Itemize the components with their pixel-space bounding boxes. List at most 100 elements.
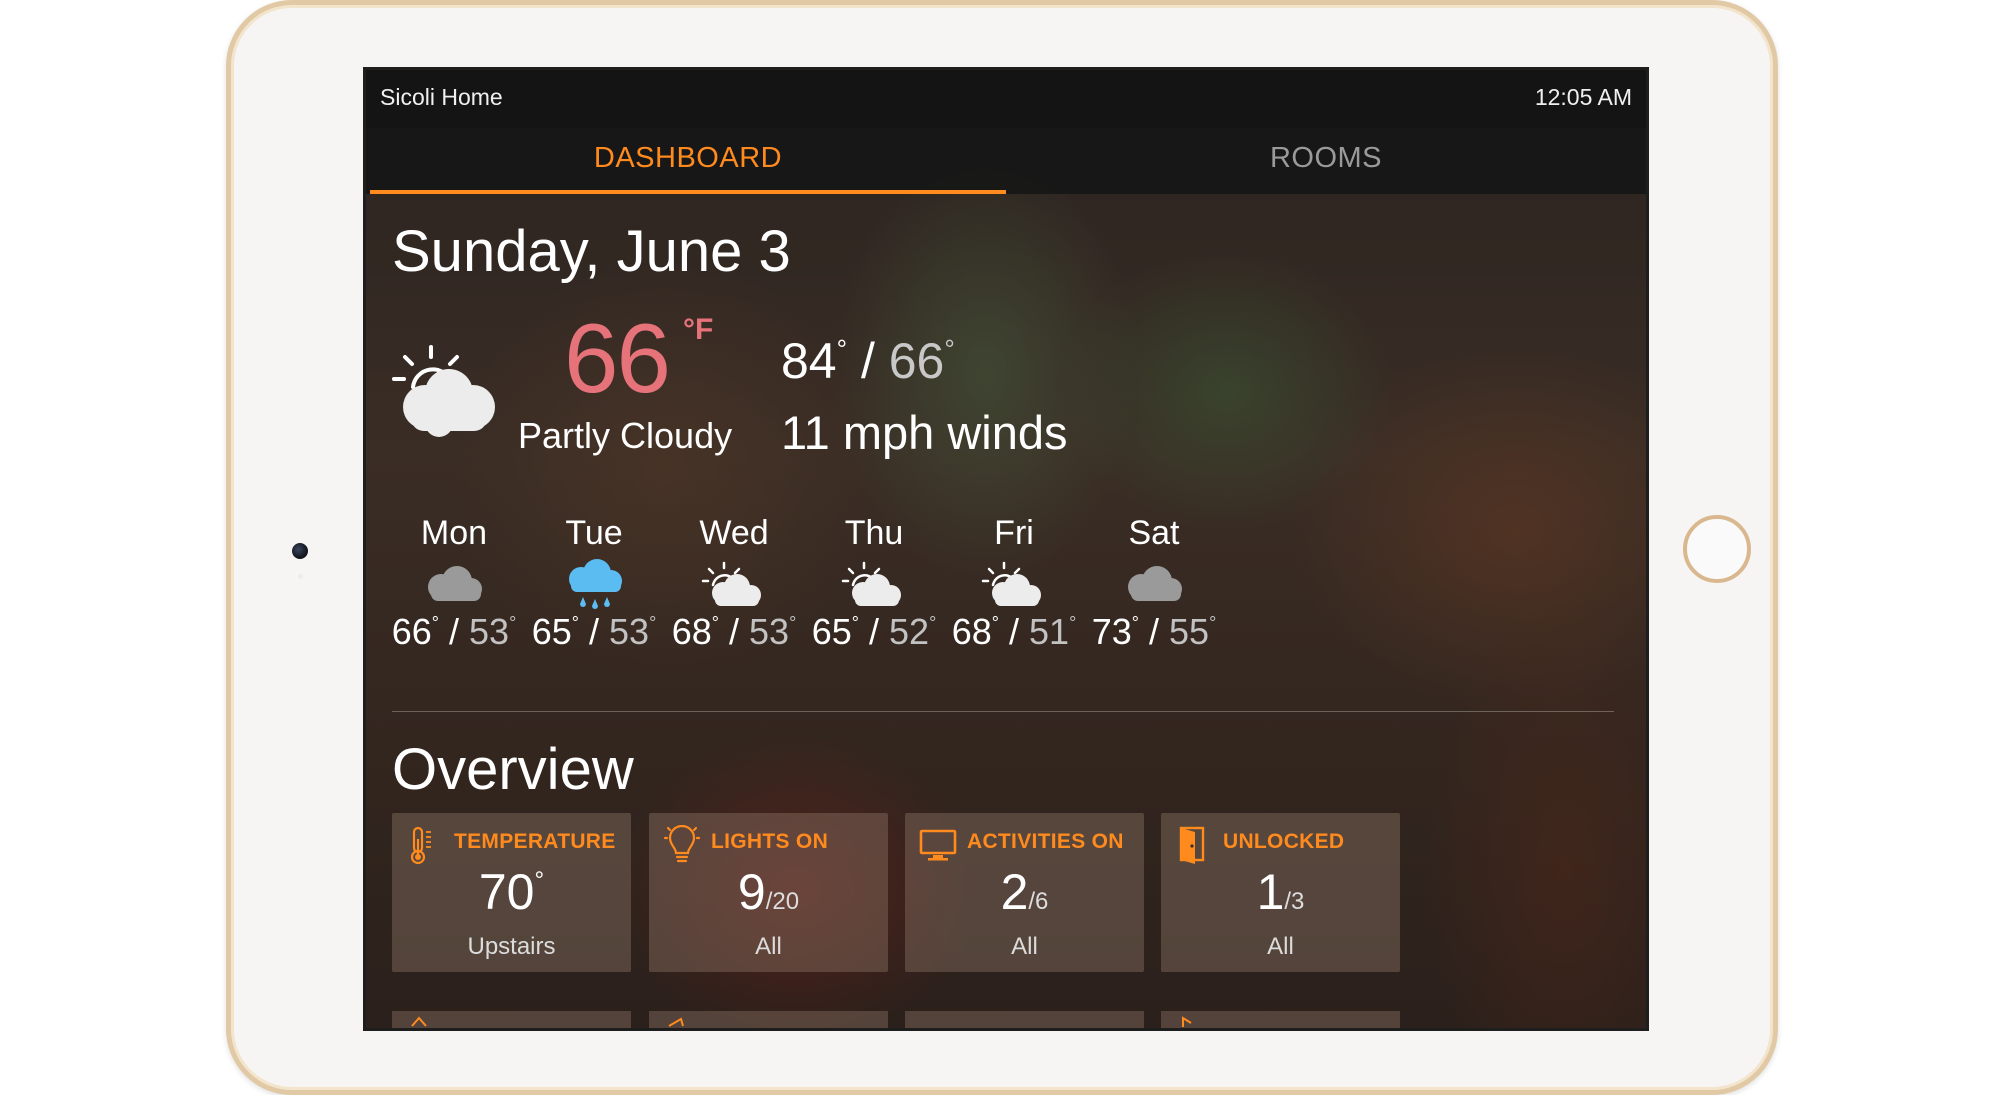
degree-symbol: ° — [509, 613, 517, 633]
card-total: /3 — [1284, 888, 1305, 915]
separator: / — [1008, 611, 1019, 652]
home-icon — [411, 1016, 427, 1027]
current-condition: Partly Cloudy — [518, 415, 733, 456]
forecast-day: Mon 66° / 53° — [384, 514, 524, 653]
wind-speed: 11 mph winds — [781, 406, 1068, 459]
degree-symbol: ° — [851, 613, 859, 633]
door-icon — [1179, 826, 1205, 864]
card-value: 9 — [737, 864, 766, 920]
card-label: ACTIVITIES ON — [967, 830, 1124, 853]
card-partial[interactable] — [1161, 1011, 1400, 1028]
cloudy-icon — [1128, 566, 1182, 601]
forecast-day: Wed 68° / 53° — [664, 514, 804, 653]
forecast-day-name: Mon — [420, 514, 488, 552]
forecast: Mon 66° / 53° Tue 65° / 53° Wed 68° / 53… — [384, 514, 1284, 674]
separator: / — [588, 611, 599, 652]
degree-symbol: ° — [1069, 613, 1077, 633]
card-caption: Upstairs — [467, 933, 556, 960]
card-value: 70 — [478, 864, 535, 920]
clock: 12:05 AM — [1534, 84, 1632, 110]
card-label: TEMPERATURE — [454, 830, 616, 853]
partly-cloudy-icon — [981, 561, 1041, 606]
today-high-low: 84° / 66° — [781, 332, 955, 390]
forecast-high: 68 — [951, 611, 992, 652]
forecast-day-name: Tue — [565, 514, 623, 552]
today-high: 84 — [781, 333, 837, 389]
forecast-low: 52 — [889, 611, 930, 652]
date-heading: Sunday, June 3 — [392, 219, 791, 284]
card-caption: All — [1011, 933, 1038, 960]
lightbulb-icon — [663, 825, 701, 863]
card-partial[interactable] — [905, 1011, 1144, 1028]
current-temperature: 66 — [564, 303, 671, 413]
card-label: UNLOCKED — [1223, 830, 1345, 853]
speaker-icon — [668, 1017, 684, 1027]
activities-card[interactable]: ACTIVITIES ON 2/6 All — [905, 813, 1144, 972]
status-bar: Sicoli Home 12:05 AM — [366, 70, 1646, 128]
degree-symbol: ° — [836, 334, 848, 364]
separator: / — [860, 333, 875, 389]
degree-symbol: ° — [711, 613, 719, 633]
tab-bar: DASHBOARD ROOMS — [366, 128, 1646, 194]
thermometer-icon — [410, 826, 431, 865]
card-value: 1 — [1256, 864, 1285, 920]
card-value: 2 — [1000, 864, 1029, 920]
today-low: 66 — [888, 333, 945, 389]
degree-symbol: ° — [1209, 613, 1217, 633]
home-name: Sicoli Home — [380, 84, 503, 110]
degree-symbol: ° — [1131, 613, 1139, 633]
forecast-high: 68 — [671, 611, 712, 652]
card-caption: All — [1267, 933, 1294, 960]
unlocked-card[interactable]: UNLOCKED 1/3 All — [1161, 813, 1400, 972]
degree-symbol: ° — [944, 334, 955, 364]
cloudy-icon — [428, 566, 482, 601]
card-total: /6 — [1028, 888, 1049, 915]
temperature-unit: °F — [683, 313, 714, 346]
camera-sensor — [298, 574, 303, 579]
card-caption: All — [755, 933, 782, 960]
tab-dashboard[interactable]: DASHBOARD — [370, 128, 1006, 194]
forecast-low: 53 — [469, 611, 510, 652]
forecast-high: 65 — [811, 611, 852, 652]
forecast-low: 53 — [609, 611, 650, 652]
forecast-day-name: Wed — [699, 514, 769, 552]
overview-heading: Overview — [392, 737, 634, 802]
separator: / — [448, 611, 459, 652]
tv-icon — [919, 829, 957, 861]
section-divider — [392, 711, 1614, 712]
degree-symbol: ° — [929, 613, 937, 633]
separator: / — [1148, 611, 1159, 652]
forecast-low: 53 — [749, 611, 790, 652]
screen: Sicoli Home 12:05 AM DASHBOARD ROOMS Sun… — [363, 67, 1649, 1031]
card-label: LIGHTS ON — [711, 830, 829, 853]
forecast-day: Sat 73° / 55° — [1084, 514, 1224, 653]
card-partial[interactable] — [649, 1011, 888, 1028]
forecast-low: 51 — [1029, 611, 1070, 652]
forecast-day: Thu 65° / 52° — [804, 514, 944, 653]
degree-symbol: ° — [534, 867, 545, 894]
temperature-card[interactable]: TEMPERATURE 70° Upstairs — [392, 813, 631, 972]
home-button[interactable] — [1683, 515, 1751, 583]
forecast-day-name: Sat — [1128, 514, 1180, 552]
lights-card[interactable]: LIGHTS ON 9/20 All — [649, 813, 888, 972]
front-camera — [292, 543, 308, 559]
partly-cloudy-icon — [701, 561, 761, 606]
degree-symbol: ° — [431, 613, 439, 633]
card-total: /20 — [765, 888, 800, 915]
forecast-low: 55 — [1169, 611, 1210, 652]
degree-symbol: ° — [649, 613, 657, 633]
card-partial[interactable] — [392, 1011, 631, 1028]
partly-cloudy-icon — [392, 345, 495, 437]
forecast-high: 73 — [1091, 611, 1132, 652]
rain-icon — [569, 559, 622, 609]
forecast-day-name: Thu — [844, 514, 904, 552]
separator: / — [728, 611, 739, 652]
forecast-day: Fri 68° / 51° — [944, 514, 1084, 653]
degree-symbol: ° — [991, 613, 999, 633]
degree-symbol: ° — [789, 613, 797, 633]
partly-cloudy-icon — [841, 561, 901, 606]
forecast-day-name: Fri — [994, 514, 1034, 552]
forecast-high: 66 — [391, 611, 432, 652]
separator: / — [868, 611, 879, 652]
tab-rooms[interactable]: ROOMS — [1006, 128, 1646, 194]
